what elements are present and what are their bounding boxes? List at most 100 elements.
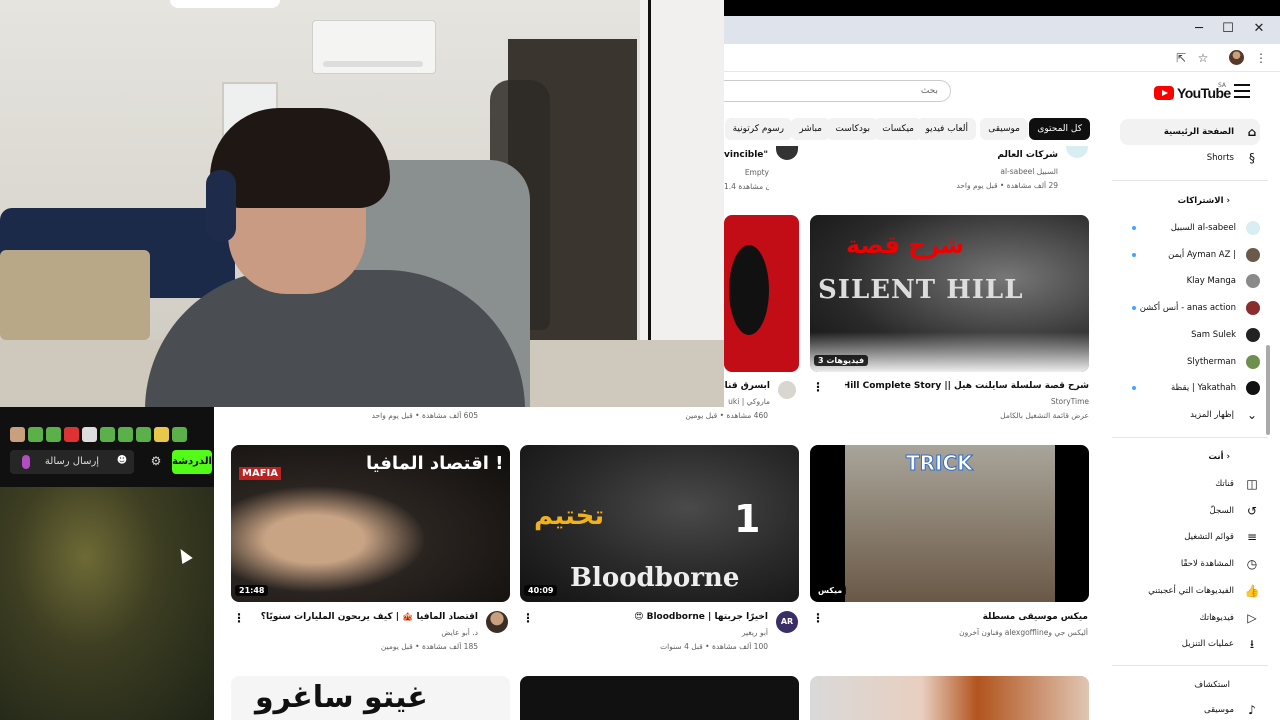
- video-thumbnail[interactable]: غيتو ساغرو: [231, 676, 510, 720]
- channel-avatar[interactable]: [778, 381, 796, 399]
- subscription-name: Klay Manga: [1186, 276, 1236, 287]
- menu-icon[interactable]: [1234, 84, 1250, 98]
- channel-avatar: [1246, 381, 1260, 396]
- emoji-icon[interactable]: ☻: [116, 455, 128, 467]
- install-icon[interactable]: ⇱: [1172, 49, 1190, 67]
- video-thumbnail[interactable]: تختيم 1 Bloodborne 40:09: [520, 445, 799, 602]
- emote-icon[interactable]: [28, 427, 43, 442]
- sidebar-divider: [1112, 437, 1268, 438]
- video-title[interactable]: أخيرًا جربتها | Bloodborne 😍: [536, 612, 768, 622]
- playlist-link[interactable]: عرض قائمة التشغيل بالكامل: [845, 411, 1089, 420]
- sidebar-shorts-label: Shorts: [1206, 153, 1234, 163]
- sidebar-item-you[interactable]: فيديوهاتك ▷: [1120, 605, 1260, 631]
- sidebar-item-subscription[interactable]: Sam Sulek: [1120, 322, 1260, 348]
- emote-icon[interactable]: [10, 427, 25, 442]
- your-videos-icon: ▷: [1247, 610, 1257, 625]
- bed: [0, 250, 150, 340]
- video-thumbnail[interactable]: TRICK ميكس: [810, 445, 1089, 602]
- video-title[interactable]: شركات العالم: [900, 150, 1058, 160]
- channel-avatar[interactable]: [1066, 146, 1088, 158]
- chip-cartoons[interactable]: رسوم كرتونية: [724, 118, 792, 140]
- sidebar-item-shorts[interactable]: Shorts §: [1120, 145, 1260, 171]
- show-more-button[interactable]: إظهار المزيد ⌄: [1120, 402, 1260, 428]
- more-icon[interactable]: ⋮: [812, 612, 824, 624]
- sidebar-item-you[interactable]: قوائم التشغيل ≡: [1120, 524, 1260, 550]
- star-icon[interactable]: ☆: [1194, 49, 1212, 67]
- video-channel[interactable]: د. أبو عايض: [246, 628, 478, 637]
- sidebar-item-you[interactable]: الفيديوهات التي أعجبتني 👍: [1120, 578, 1260, 604]
- emote-icon[interactable]: [172, 427, 187, 442]
- chip-podcasts[interactable]: بودكاست: [827, 118, 878, 140]
- sidebar-you-label: عمليات التنزيل: [1181, 639, 1234, 650]
- video-thumbnail[interactable]: [810, 676, 1089, 720]
- sidebar-item-subscription[interactable]: يقظة | Yakathah: [1120, 375, 1260, 401]
- video-title[interactable]: اقتصاد المافيا 🎪 | كيف يربحون المليارات …: [246, 612, 478, 622]
- more-icon[interactable]: ⋮: [1252, 49, 1270, 67]
- subscription-name: السبيل al-sabeel: [1170, 223, 1236, 233]
- gear-icon[interactable]: ⚙: [148, 453, 164, 469]
- emote-icon[interactable]: [46, 427, 61, 442]
- video-channel[interactable]: StoryTime: [845, 397, 1089, 406]
- video-meta: 1.4 مليون مشاهدة: [724, 182, 769, 191]
- air-conditioner: [312, 20, 436, 74]
- chip-mixes[interactable]: ميكسات: [874, 118, 922, 140]
- channel-avatar[interactable]: [776, 146, 798, 160]
- minimize-icon[interactable]: ─: [1186, 18, 1212, 40]
- sidebar-item-subscription[interactable]: Klay Manga: [1120, 268, 1260, 294]
- chip-music[interactable]: موسيقى: [980, 118, 1028, 140]
- you-header[interactable]: أنت ›: [1120, 452, 1260, 462]
- sidebar-scrollbar[interactable]: [1266, 345, 1270, 435]
- sidebar-item-subscription[interactable]: أنس أكشن - anas action: [1120, 295, 1260, 321]
- emote-icon[interactable]: [118, 427, 133, 442]
- emote-icon[interactable]: [154, 427, 169, 442]
- sidebar-item-you[interactable]: المشاهدة لاحقًا ◷: [1120, 551, 1260, 577]
- person-hair: [210, 108, 390, 208]
- screen: ─ ☐ ✕ ⇱ ☆ ⋮ YouTube SA بحث كل المحتوى مو…: [0, 0, 1280, 720]
- mic-icon[interactable]: [22, 455, 30, 469]
- video-channel[interactable]: Empty: [724, 168, 769, 177]
- emote-icon[interactable]: [64, 427, 79, 442]
- video-title[interactable]: ابسرق قناة ...: [724, 381, 770, 391]
- sidebar-item-you[interactable]: قناتك ◫: [1120, 471, 1260, 497]
- video-title[interactable]: vincible": [724, 150, 768, 160]
- sidebar-item-music[interactable]: موسيقى ♪: [1120, 697, 1260, 720]
- chat-send-button[interactable]: الدردشة: [172, 450, 212, 474]
- emote-icon[interactable]: [136, 427, 151, 442]
- music-icon: ♪: [1248, 703, 1256, 717]
- more-icon[interactable]: ⋮: [233, 612, 245, 624]
- video-thumbnail[interactable]: [724, 215, 799, 372]
- background-forest: [0, 487, 214, 720]
- maximize-icon[interactable]: ☐: [1215, 18, 1241, 40]
- sidebar-item-subscription[interactable]: أيمن Ayman AZ |: [1120, 242, 1260, 268]
- video-channel[interactable]: ماروكي | uki: [724, 397, 770, 406]
- profile-avatar[interactable]: [1229, 50, 1244, 65]
- channel-avatar[interactable]: AR: [776, 611, 798, 633]
- video-channel[interactable]: السبيل al-sabeel: [900, 167, 1058, 176]
- sidebar-item-subscription[interactable]: Slytherman: [1120, 349, 1260, 375]
- sidebar-item-subscription[interactable]: السبيل al-sabeel: [1120, 215, 1260, 241]
- video-title[interactable]: شرح قصة سلسلة سايلنت هيل || Silent Hill …: [845, 381, 1089, 391]
- chip-gaming[interactable]: ألعاب فيديو: [917, 118, 976, 140]
- more-icon[interactable]: ⋮: [522, 612, 534, 624]
- video-thumbnail[interactable]: شرح قصة SILENT HILL 3 فيديوهات: [810, 215, 1089, 372]
- ceiling-light: [170, 0, 280, 8]
- sidebar-music-label: موسيقى: [1203, 705, 1234, 715]
- channel-avatar[interactable]: [486, 611, 508, 633]
- video-thumbnail[interactable]: MAFIA اقتصاد المافيا ! 21:48: [231, 445, 510, 602]
- chip-all[interactable]: كل المحتوى: [1029, 118, 1090, 140]
- subscription-name: يقظة | Yakathah: [1171, 383, 1236, 394]
- close-icon[interactable]: ✕: [1246, 18, 1272, 40]
- video-channel[interactable]: أبو ريغير: [536, 628, 768, 637]
- video-title[interactable]: ميكس موسيقى مسطلة: [830, 612, 1088, 622]
- subscriptions-header[interactable]: الاشتراكات ›: [1120, 196, 1260, 206]
- sidebar-item-you[interactable]: السجلّ ↺: [1120, 498, 1260, 524]
- emote-icon[interactable]: [100, 427, 115, 442]
- video-thumbnail[interactable]: [520, 676, 799, 720]
- video-channel[interactable]: أليكس جي وalexgoffline وفناون آخرون: [830, 628, 1088, 637]
- chip-live[interactable]: مباشر: [791, 118, 830, 140]
- sidebar-item-you[interactable]: عمليات التنزيل ⭳: [1120, 631, 1260, 657]
- more-icon[interactable]: ⋮: [812, 381, 824, 393]
- search-input[interactable]: بحث: [724, 80, 951, 102]
- emote-icon[interactable]: [82, 427, 97, 442]
- sidebar-item-home[interactable]: الصفحة الرئيسية ⌂: [1120, 119, 1260, 145]
